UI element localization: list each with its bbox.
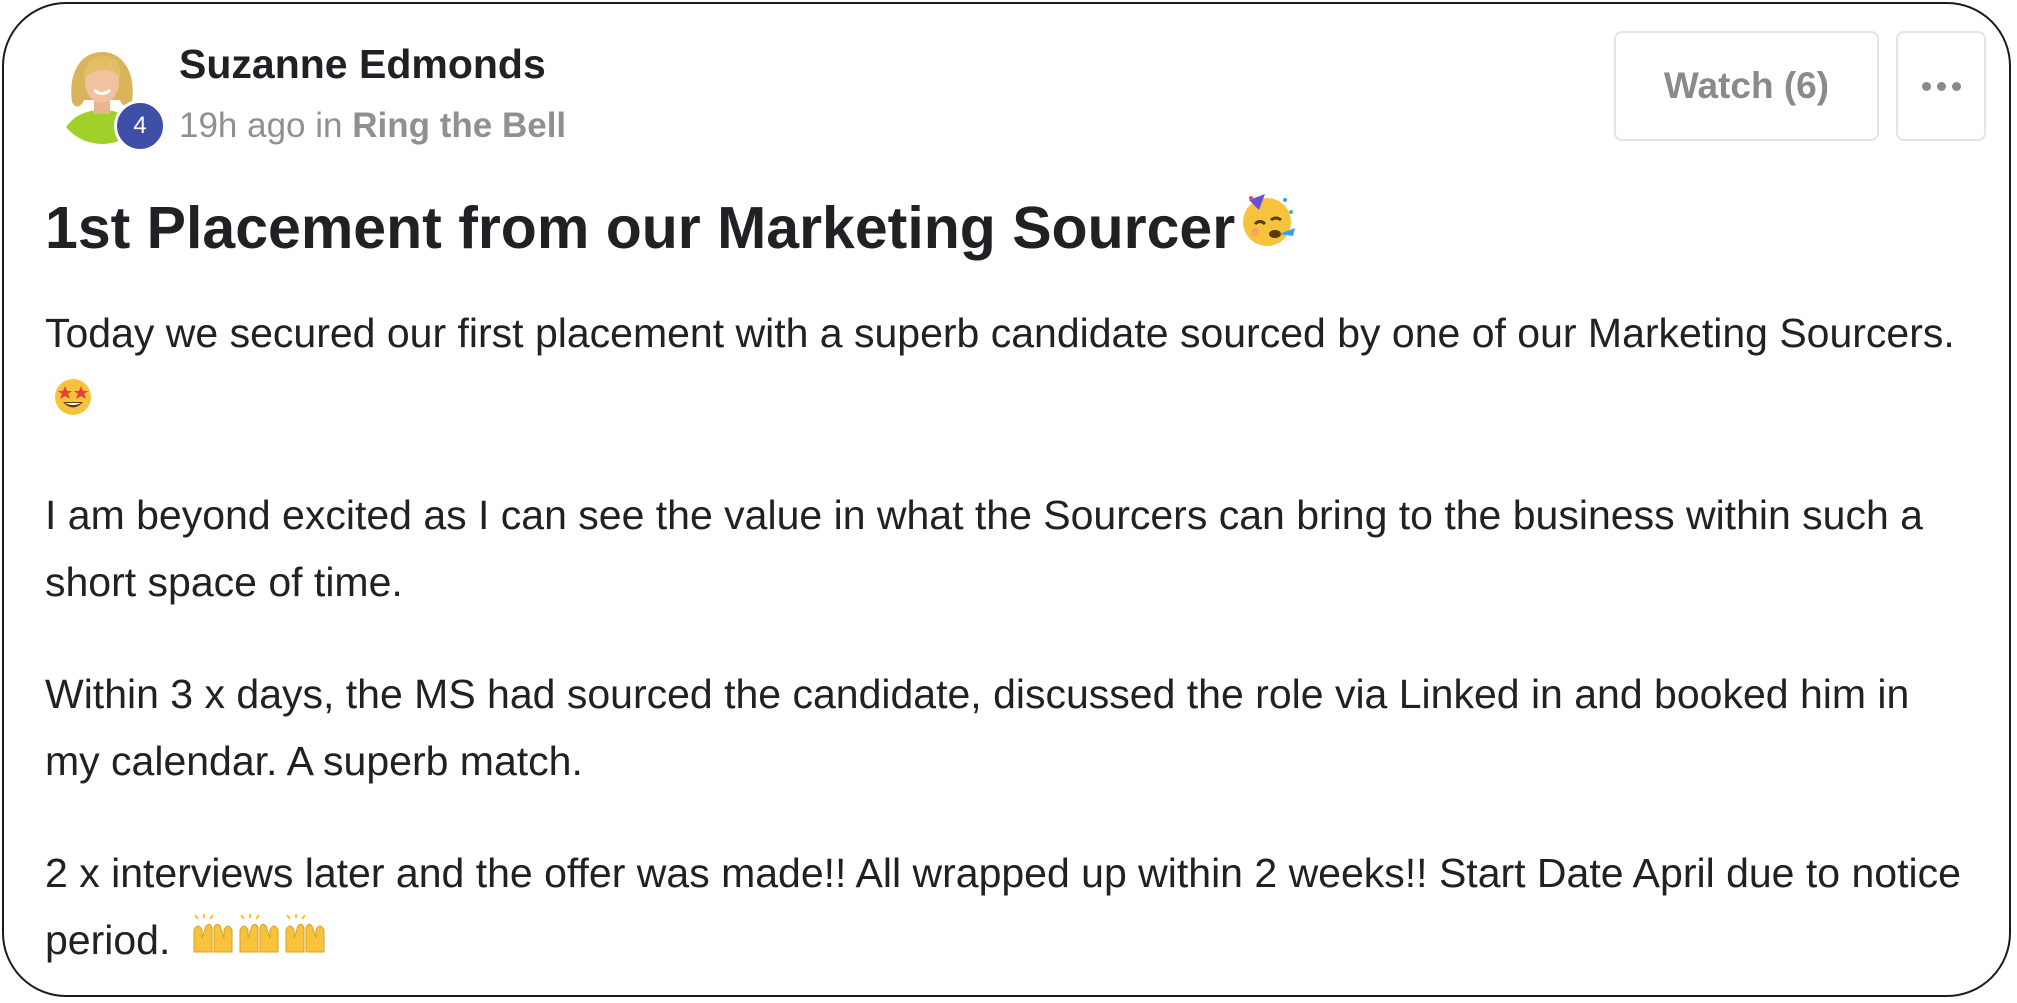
paragraph-text: I am beyond excited as I can see the val… [45, 491, 1923, 605]
paragraph: Today we secured our first placement wit… [45, 300, 1975, 437]
paragraph: I am beyond excited as I can see the val… [45, 482, 1975, 616]
paragraph-text: Within 3 x days, the MS had sourced the … [45, 670, 1910, 784]
level-badge: 4 [114, 100, 166, 152]
time-ago: 19h ago [179, 106, 306, 145]
star-struck-icon [53, 370, 93, 437]
paragraph: 2 x interviews later and the offer was m… [45, 840, 1975, 977]
raising-hands-icon [190, 909, 328, 976]
post-card: 4 Suzanne Edmonds 19h ago in Ring the Be… [2, 2, 2011, 997]
post-title-text: 1st Placement from our Marketing Sourcer [45, 195, 1236, 261]
more-options-button[interactable] [1896, 31, 1986, 141]
in-label: in [315, 106, 343, 145]
post-title: 1st Placement from our Marketing Sourcer [45, 186, 1299, 270]
partying-face-icon [1235, 186, 1299, 270]
author-name[interactable]: Suzanne Edmonds [179, 38, 546, 90]
ellipsis-icon [1921, 81, 1961, 91]
watch-button[interactable]: Watch (6) [1614, 31, 1879, 141]
category-link[interactable]: Ring the Bell [352, 106, 566, 145]
author-avatar-group[interactable]: 4 [54, 44, 166, 156]
paragraph: Within 3 x days, the MS had sourced the … [45, 661, 1975, 795]
paragraph-text: 2 x interviews later and the offer was m… [45, 849, 1961, 963]
post-body: Today we secured our first placement wit… [45, 300, 1975, 995]
post-meta: 19h ago in Ring the Bell [179, 102, 566, 150]
paragraph-text: Today we secured our first placement wit… [45, 310, 1955, 356]
